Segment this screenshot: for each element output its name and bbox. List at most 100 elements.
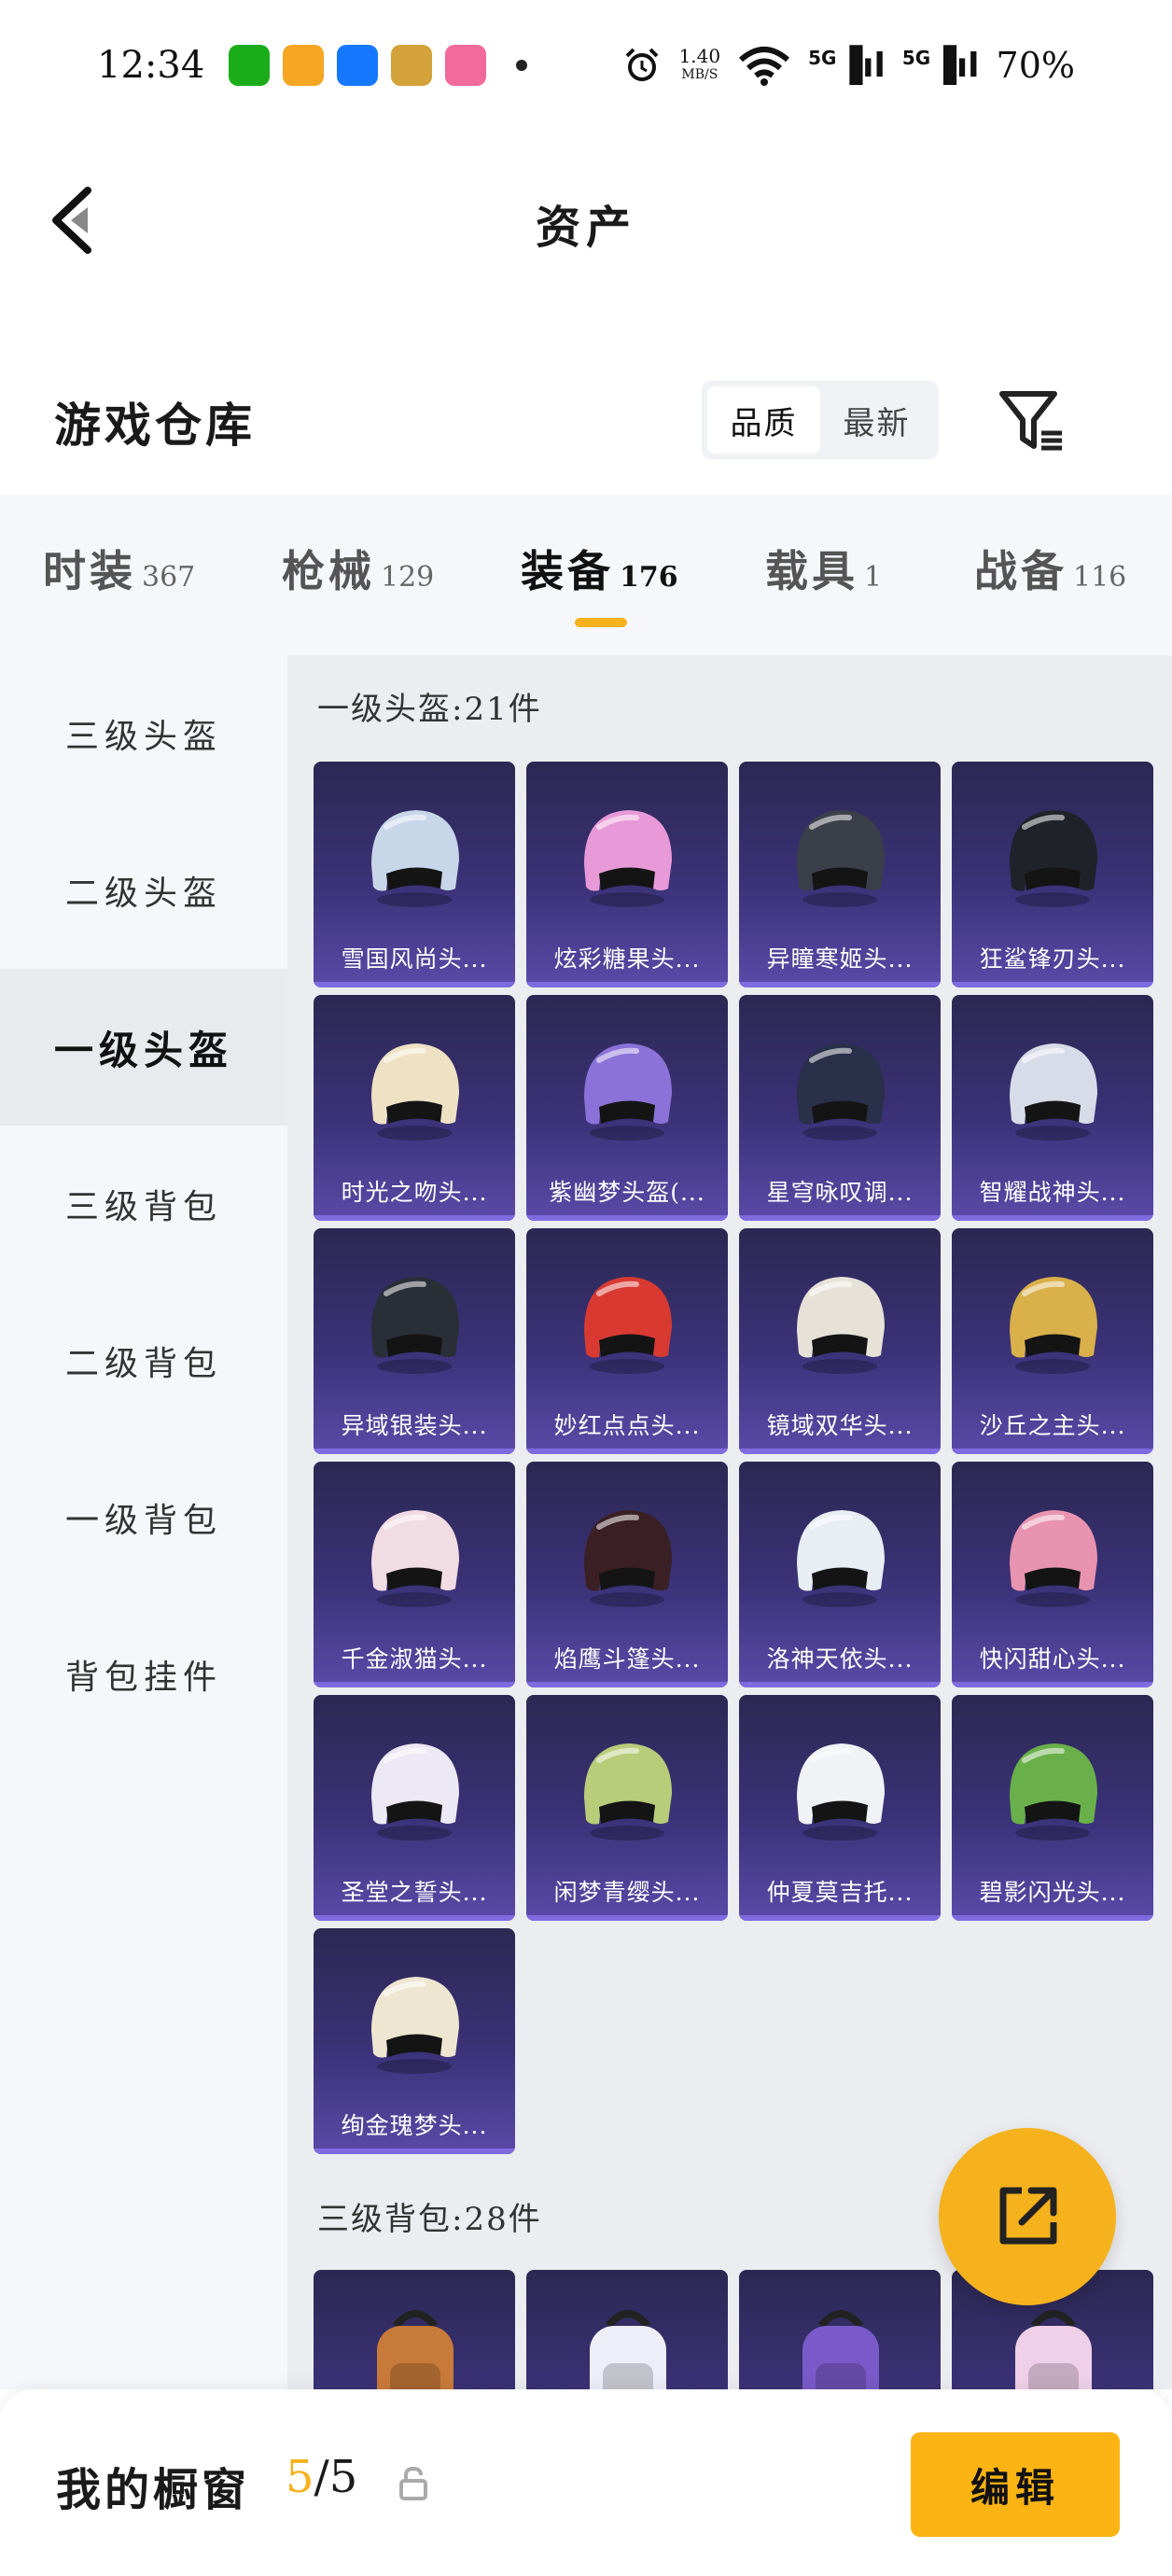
game-app-icon	[391, 45, 433, 86]
helmet-icon	[1010, 1277, 1097, 1374]
wechat-icon	[229, 45, 271, 86]
item-card[interactable]	[314, 2270, 515, 2389]
item-card[interactable]: 狂鲨锋刃头...	[952, 762, 1153, 987]
item-card[interactable]: 镜域双华头...	[739, 1228, 941, 1454]
item-card[interactable]: 时光之吻头...	[314, 995, 515, 1221]
item-card[interactable]: 千金淑猫头...	[314, 1462, 515, 1687]
item-card[interactable]: 仲夏莫吉托...	[739, 1695, 941, 1921]
showcase-count: 5/5	[286, 2451, 358, 2503]
edit-button[interactable]: 编辑	[911, 2432, 1120, 2537]
item-card[interactable]: 炫彩糖果头...	[526, 762, 728, 987]
item-name: 雪国风尚头...	[341, 945, 488, 973]
showcase-label: 我的橱窗	[56, 2464, 251, 2516]
cell-signal-1: 5G▐ıl	[808, 46, 886, 85]
battery-level: 70%	[996, 45, 1075, 86]
tab-equipment[interactable]: 装备 176	[521, 538, 678, 599]
item-card[interactable]	[526, 2270, 728, 2389]
tab-weapons[interactable]: 枪械 129	[282, 538, 434, 599]
item-name: 时光之吻头...	[341, 1179, 488, 1206]
helmet-icon	[1010, 810, 1097, 907]
item-name: 快闪甜心头...	[979, 1645, 1126, 1673]
helmet-icon	[371, 1510, 459, 1607]
item-card[interactable]: 紫幽梦头盔(...	[526, 995, 728, 1221]
item-card[interactable]: 智耀战神头...	[952, 995, 1153, 1221]
status-time: 12:34	[97, 44, 205, 87]
item-name: 仲夏莫吉托...	[766, 1879, 914, 1906]
helmet-icon	[797, 1510, 885, 1607]
cell-signal-2: 5G▐ıl	[901, 46, 980, 85]
item-card[interactable]: 焰鹰斗篷头...	[526, 1462, 728, 1687]
item-name: 狂鲨锋刃头...	[979, 945, 1126, 973]
backpack-icon	[590, 2310, 666, 2389]
tab-fashion[interactable]: 时装 367	[43, 538, 195, 599]
item-name: 闲梦青缨头...	[553, 1879, 701, 1906]
tab-vehicles[interactable]: 载具 1	[765, 538, 882, 599]
showcase-bar: 我的橱窗 5/5 编辑	[0, 2389, 1172, 2576]
item-name: 圣堂之誓头...	[341, 1879, 488, 1906]
item-card[interactable]: 碧影闪光头...	[952, 1695, 1153, 1921]
more-notifications-dot	[516, 60, 528, 71]
sort-quality-button[interactable]: 品质	[707, 386, 820, 454]
filter-icon[interactable]	[997, 386, 1067, 457]
item-card[interactable]: 异瞳寒姬头...	[739, 762, 941, 987]
item-name: 智耀战神头...	[979, 1179, 1126, 1206]
item-name: 千金淑猫头...	[341, 1645, 488, 1673]
item-card[interactable]: 异域银装头...	[314, 1228, 515, 1454]
item-card[interactable]: 洛神天依头...	[739, 1462, 941, 1687]
active-tab-indicator	[575, 618, 627, 627]
sidebar-item-level2-backpack[interactable]: 二级背包	[0, 1282, 287, 1439]
sidebar-item-level2-helmet[interactable]: 二级头盔	[0, 812, 287, 969]
item-name: 焰鹰斗篷头...	[553, 1645, 701, 1673]
item-card[interactable]: 星穹咏叹调...	[739, 995, 941, 1221]
helmet-icon	[371, 1043, 459, 1141]
sidebar-item-level3-helmet[interactable]: 三级头盔	[0, 655, 287, 812]
notification-icons	[229, 45, 528, 86]
sidebar-item-level1-backpack[interactable]: 一级背包	[0, 1439, 287, 1596]
network-speed: 1.40 MB/S	[678, 45, 721, 82]
item-name: 洛神天依头...	[766, 1645, 914, 1673]
helmet-icon	[584, 1277, 672, 1374]
item-card[interactable]: 雪国风尚头...	[314, 762, 515, 987]
item-card[interactable]: 圣堂之誓头...	[314, 1695, 515, 1921]
section-title-helmets: 一级头盔:21件	[317, 691, 542, 728]
item-card[interactable]	[739, 2270, 941, 2389]
backpack-icon	[377, 2310, 453, 2389]
page-title: 资产	[535, 202, 636, 254]
nav-bar: 资产	[0, 131, 1172, 308]
item-card[interactable]: 闲梦青缨头...	[526, 1695, 728, 1921]
sidebar-item-backpack-charm[interactable]: 背包挂件	[0, 1596, 287, 1753]
helmet-icon	[584, 810, 672, 907]
category-tabs: 时装 367 枪械 129 装备 176 载具 1 战备 116	[0, 495, 1172, 655]
bilibili-icon	[445, 45, 487, 86]
item-card[interactable]: 绚金瑰梦头...	[314, 1928, 515, 2154]
backpack-icon	[1015, 2310, 1092, 2389]
helmet-icon	[371, 810, 459, 907]
tab-supplies[interactable]: 战备 116	[974, 538, 1126, 599]
sidebar-item-level3-backpack[interactable]: 三级背包	[0, 1126, 287, 1282]
helmet-icon	[1010, 1510, 1097, 1607]
sort-toggle: 品质 最新	[702, 381, 939, 459]
video-app-icon	[283, 45, 325, 86]
item-card[interactable]: 快闪甜心头...	[952, 1462, 1153, 1687]
helmet-icon	[1010, 1743, 1097, 1841]
wifi-icon	[739, 47, 790, 86]
helmet-icon	[797, 1043, 885, 1141]
item-name: 星穹咏叹调...	[766, 1179, 914, 1206]
item-card[interactable]: 妙红点点头...	[526, 1228, 728, 1454]
external-link-icon	[999, 2187, 1057, 2245]
sort-latest-button[interactable]: 最新	[820, 386, 933, 454]
helmet-icon	[584, 1510, 672, 1607]
status-right: 1.40 MB/S 5G▐ıl 5G▐ıl 70%	[621, 45, 1075, 86]
item-name: 紫幽梦头盔(...	[549, 1179, 705, 1206]
helmet-icon	[371, 1743, 459, 1841]
helmet-icon	[584, 1743, 672, 1841]
item-name: 异瞳寒姬头...	[766, 945, 914, 973]
status-bar: 12:34 1.40 MB/S 5G▐ıl 5G▐ıl 70%	[0, 0, 1172, 131]
item-name: 炫彩糖果头...	[553, 945, 701, 973]
backpack-icon	[802, 2310, 879, 2389]
item-name: 异域银装头...	[341, 1412, 488, 1439]
helmet-icon	[584, 1043, 672, 1141]
share-fab-button[interactable]	[939, 2128, 1116, 2305]
sidebar-item-level1-helmet[interactable]: 一级头盔	[0, 969, 287, 1126]
item-card[interactable]: 沙丘之主头...	[952, 1228, 1153, 1454]
